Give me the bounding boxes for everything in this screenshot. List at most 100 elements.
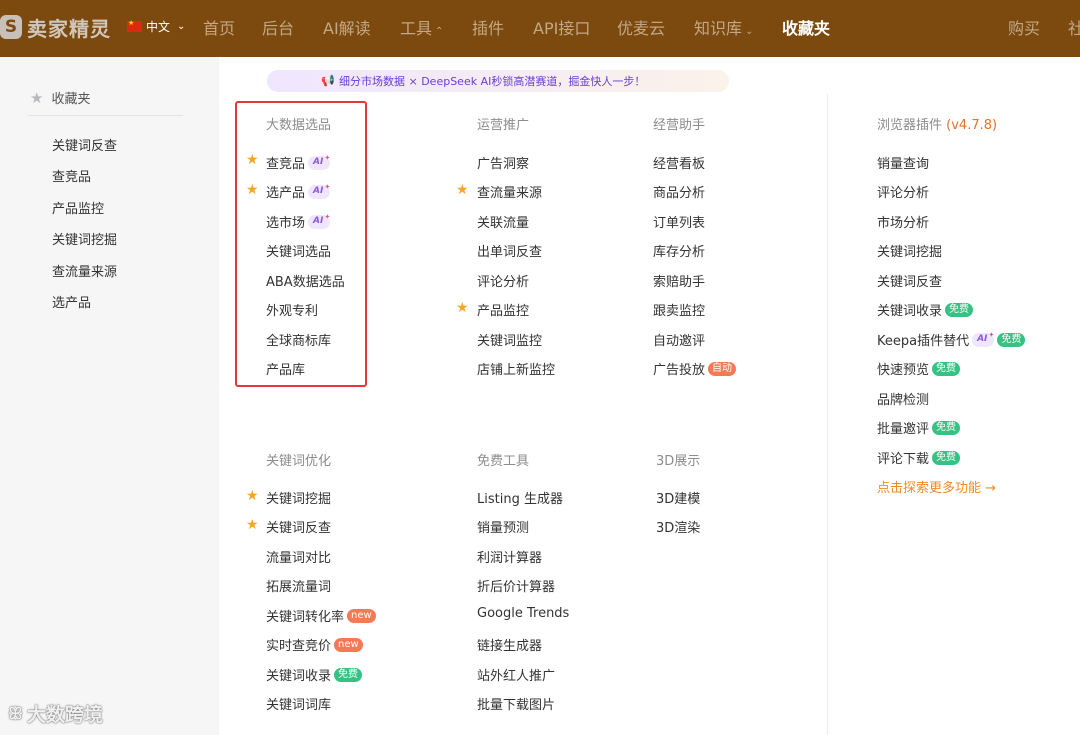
menu-item[interactable]: Google Trends bbox=[477, 606, 569, 621]
nav-knowledge[interactable]: 知识库 ⌄ bbox=[694, 15, 753, 39]
menu-item[interactable]: 店铺上新监控 bbox=[477, 359, 555, 378]
menu-item[interactable]: 流量词对比 bbox=[266, 547, 331, 566]
nav-api[interactable]: API接口 bbox=[533, 15, 590, 39]
menu-item[interactable]: 关键词收录 免费 bbox=[877, 300, 974, 319]
logo-text: 卖家精灵 bbox=[27, 16, 111, 41]
nav-community[interactable]: 社 bbox=[1068, 15, 1080, 39]
banner-text: 细分市场数据 × DeepSeek AI秒锁高潜赛道，掘金快人一步！ bbox=[339, 75, 646, 88]
menu-item[interactable]: 实时查竞价 new bbox=[266, 635, 363, 654]
promo-banner[interactable]: 📢 细分市场数据 × DeepSeek AI秒锁高潜赛道，掘金快人一步！ bbox=[267, 70, 729, 92]
top-nav-bar: S 卖家精灵 中文 ⌄ 首页 后台 AI解读 工具⌃ 插件 API接口 优麦云 … bbox=[0, 0, 1080, 57]
menu-item[interactable]: 销量查询 bbox=[877, 153, 929, 172]
menu-item[interactable]: 关键词挖掘 bbox=[877, 241, 942, 260]
favorite-star-icon[interactable]: ★ bbox=[456, 300, 469, 316]
nav-youmaiyun[interactable]: 优麦云 bbox=[617, 15, 665, 39]
menu-item[interactable]: 批量下载图片 bbox=[477, 694, 555, 713]
watermark: ꕥ 大数跨境 bbox=[8, 700, 103, 727]
section-title-ops: 运营推广 bbox=[477, 118, 530, 133]
nav-knowledge-label: 知识库 bbox=[694, 19, 743, 38]
nav-tools[interactable]: 工具 ⌃ bbox=[400, 15, 443, 39]
menu-item[interactable]: 关键词监控 bbox=[477, 330, 542, 349]
menu-item[interactable]: 链接生成器 bbox=[477, 635, 542, 654]
menu-item[interactable]: Keepa插件替代AI免费 bbox=[877, 329, 1026, 349]
chevron-down-icon: ⌄ bbox=[745, 26, 754, 37]
menu-item[interactable]: 站外红人推广 bbox=[477, 665, 555, 684]
menu-item[interactable]: 评论分析 bbox=[477, 271, 529, 290]
menu-item[interactable]: 3D建模 bbox=[656, 488, 700, 507]
menu-item[interactable]: 经营看板 bbox=[653, 153, 705, 172]
favorite-star-icon[interactable]: ★ bbox=[246, 488, 259, 504]
menu-item-label: 关键词收录 bbox=[877, 304, 943, 319]
sidebar-item[interactable]: 关键词挖掘 bbox=[52, 229, 117, 248]
sidebar-item[interactable]: 查流量来源 bbox=[52, 261, 117, 280]
menu-item[interactable]: 广告投放 自动 bbox=[653, 359, 737, 378]
language-label: 中文 bbox=[146, 20, 171, 34]
free-badge: 免费 bbox=[997, 332, 1026, 347]
menu-item-label: 实时查竞价 bbox=[266, 639, 332, 654]
menu-item[interactable]: 销量预测 bbox=[477, 517, 529, 536]
sidebar-item[interactable]: 选产品 bbox=[52, 292, 91, 311]
watermark-logo-icon: ꕥ bbox=[8, 703, 23, 723]
menu-item[interactable]: 关键词转化率 new bbox=[266, 606, 376, 625]
menu-item[interactable]: 订单列表 bbox=[653, 212, 705, 231]
logo-icon: S bbox=[0, 15, 22, 39]
favorites-sidebar: ★ 收藏夹 关键词反查 查竞品 产品监控 关键词挖掘 查流量来源 选产品 bbox=[0, 57, 219, 735]
nav-ai-insight[interactable]: AI解读 bbox=[323, 15, 371, 39]
menu-item[interactable]: 评论下载 免费 bbox=[877, 448, 961, 467]
menu-item-label: 广告投放 bbox=[653, 363, 706, 378]
china-flag-icon bbox=[127, 19, 142, 32]
menu-item[interactable]: 利润计算器 bbox=[477, 547, 542, 566]
free-badge: 免费 bbox=[945, 302, 974, 317]
favorite-star-icon[interactable]: ★ bbox=[456, 182, 469, 198]
menu-item[interactable]: 折后价计算器 bbox=[477, 576, 555, 595]
menu-item[interactable]: 关联流量 bbox=[477, 212, 529, 231]
menu-item[interactable]: 批量邀评 免费 bbox=[877, 418, 961, 437]
menu-item[interactable]: 拓展流量词 bbox=[266, 576, 331, 595]
favorite-star-icon[interactable]: ★ bbox=[246, 517, 259, 533]
new-badge: new bbox=[334, 637, 363, 652]
section-title-3d: 3D展示 bbox=[656, 454, 701, 469]
menu-item[interactable]: 关键词反查 bbox=[877, 271, 942, 290]
menu-item[interactable]: 关键词词库 bbox=[266, 694, 331, 713]
menu-item[interactable]: 3D渲染 bbox=[656, 517, 700, 536]
free-badge: 免费 bbox=[932, 450, 961, 465]
menu-item[interactable]: 关键词收录 免费 bbox=[266, 665, 363, 684]
sidebar-item[interactable]: 关键词反查 bbox=[52, 135, 117, 154]
menu-item[interactable]: 库存分析 bbox=[653, 241, 705, 260]
sidebar-item[interactable]: 查竞品 bbox=[52, 166, 91, 185]
menu-item[interactable]: 跟卖监控 bbox=[653, 300, 705, 319]
explore-more-link[interactable]: 点击探索更多功能 → bbox=[877, 477, 996, 496]
menu-item[interactable]: 快速预览 免费 bbox=[877, 359, 961, 378]
plugin-version: (v4.7.8) bbox=[946, 118, 998, 133]
nav-plugin[interactable]: 插件 bbox=[472, 15, 504, 39]
menu-item[interactable]: 市场分析 bbox=[877, 212, 929, 231]
logo[interactable]: S 卖家精灵 bbox=[0, 13, 111, 41]
sidebar-divider bbox=[28, 115, 183, 116]
free-badge: 免费 bbox=[932, 361, 961, 376]
megaphone-icon: 📢 bbox=[321, 74, 335, 87]
menu-item[interactable]: 产品监控 bbox=[477, 300, 529, 319]
menu-item[interactable]: 出单词反查 bbox=[477, 241, 542, 260]
menu-item[interactable]: Listing 生成器 bbox=[477, 488, 563, 507]
menu-item-label: 关键词收录 bbox=[266, 669, 332, 684]
nav-home[interactable]: 首页 bbox=[203, 15, 235, 39]
language-selector[interactable]: 中文 ⌄ bbox=[127, 18, 185, 35]
column-divider bbox=[827, 94, 828, 735]
menu-item-label: 批量邀评 bbox=[877, 422, 930, 437]
auto-badge: 自动 bbox=[708, 361, 737, 376]
plugin-title-label: 浏览器插件 bbox=[877, 118, 943, 133]
menu-item[interactable]: 关键词反查 bbox=[266, 517, 331, 536]
menu-item[interactable]: 查流量来源 bbox=[477, 182, 542, 201]
menu-item[interactable]: 品牌检测 bbox=[877, 389, 929, 408]
menu-item-label: 快速预览 bbox=[877, 363, 930, 378]
menu-item[interactable]: 索赔助手 bbox=[653, 271, 705, 290]
sidebar-item[interactable]: 产品监控 bbox=[52, 198, 104, 217]
menu-item[interactable]: 广告洞察 bbox=[477, 153, 529, 172]
menu-item[interactable]: 自动邀评 bbox=[653, 330, 705, 349]
nav-backend[interactable]: 后台 bbox=[262, 15, 294, 39]
menu-item[interactable]: 商品分析 bbox=[653, 182, 705, 201]
menu-item[interactable]: 评论分析 bbox=[877, 182, 929, 201]
nav-favorites[interactable]: 收藏夹 bbox=[782, 15, 830, 39]
nav-buy[interactable]: 购买 bbox=[1008, 15, 1040, 39]
menu-item[interactable]: 关键词挖掘 bbox=[266, 488, 331, 507]
